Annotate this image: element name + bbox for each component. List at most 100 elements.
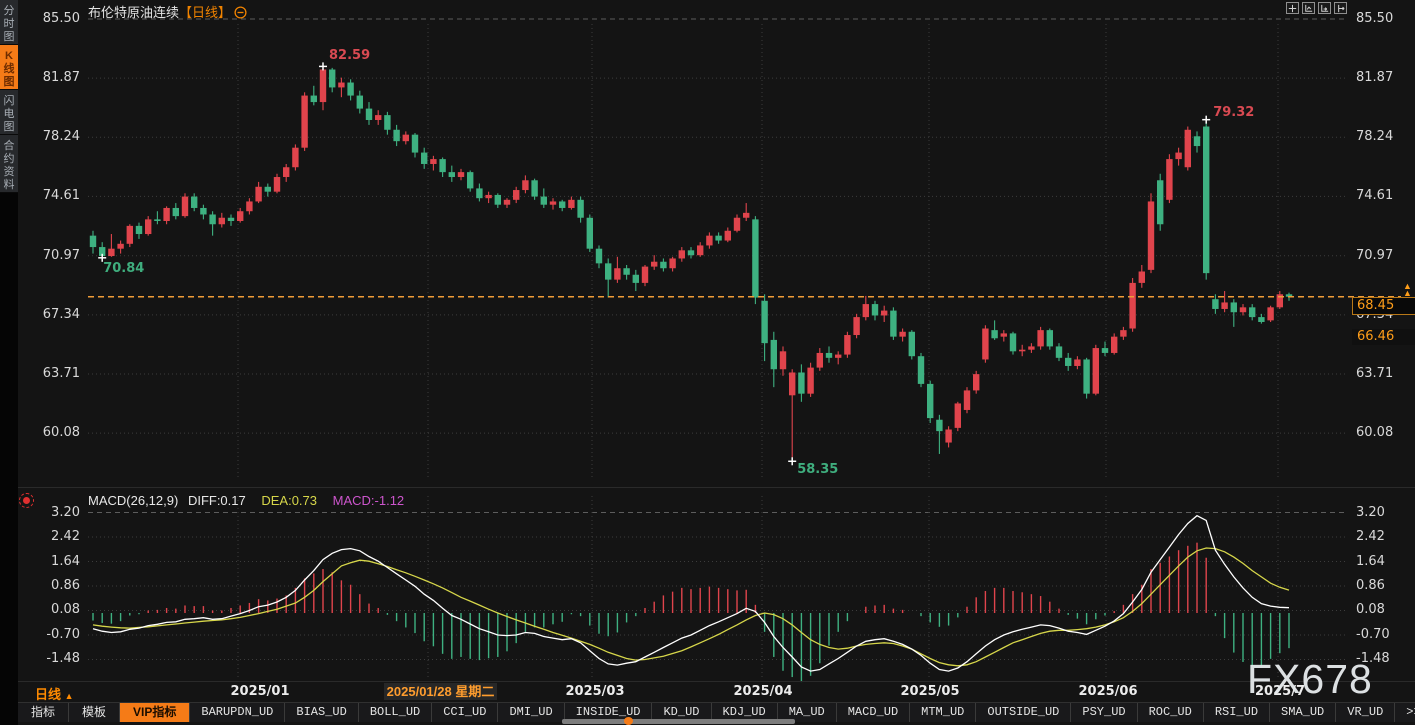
candle-body — [605, 263, 611, 279]
sidebar-tab-闪电图[interactable]: 闪 电 图 — [0, 90, 18, 135]
price-axis-label: 85.50 — [34, 11, 80, 26]
price-axis-label: 67.34 — [34, 307, 80, 322]
sidebar-tab-合约资料[interactable]: 合 约 资 料 — [0, 135, 18, 193]
candle-body — [669, 258, 675, 268]
candle-body — [660, 262, 666, 269]
candle-body — [642, 267, 648, 283]
macd-axis-label: -0.70 — [1356, 627, 1390, 642]
candle-body — [338, 83, 344, 88]
candle-body — [1047, 330, 1053, 346]
indicator-tab-VIP指标[interactable]: VIP指标 — [120, 703, 190, 722]
chevron-up-icon: ▲ — [65, 691, 74, 701]
candle-body — [1129, 283, 1135, 329]
candle-body — [872, 304, 878, 315]
candle-body — [274, 177, 280, 192]
axis-divider — [18, 681, 1415, 682]
macd-axis-label: 0.08 — [34, 602, 80, 617]
candle-body — [844, 335, 850, 355]
candle-body — [706, 236, 712, 246]
price-annotation: 58.35 — [797, 462, 838, 477]
candle-body — [292, 148, 298, 168]
candle-body — [1212, 299, 1218, 309]
candle-body — [541, 197, 547, 205]
macd-axis-label: 1.64 — [1356, 554, 1385, 569]
candle-body — [945, 430, 951, 443]
candle-body — [807, 368, 813, 394]
price-axis-label: 78.24 — [34, 129, 80, 144]
indicator-tab-MACD_UD[interactable]: MACD_UD — [837, 703, 910, 722]
candle-body — [136, 226, 142, 234]
candle-body — [633, 275, 639, 283]
indicator-tab-PSY_UD[interactable]: PSY_UD — [1071, 703, 1137, 722]
candle-body — [743, 213, 749, 218]
indicator-tab-OUTSIDE_UD[interactable]: OUTSIDE_UD — [976, 703, 1071, 722]
indicator-tab-VR_UD[interactable]: VR_UD — [1336, 703, 1395, 722]
candle-body — [955, 403, 961, 427]
circle-minus-icon[interactable] — [234, 6, 247, 22]
price-axis-label: 85.50 — [1356, 11, 1393, 26]
indicator-tab-SMA_UD[interactable]: SMA_UD — [1270, 703, 1336, 722]
indicator-tab-BIAS_UD[interactable]: BIAS_UD — [285, 703, 358, 722]
candle-body — [1083, 359, 1089, 393]
horizontal-scrollbar-thumb[interactable] — [562, 719, 795, 724]
indicator-tab-BARUPDN_UD[interactable]: BARUPDN_UD — [190, 703, 285, 722]
scrollbar-position-dot — [624, 717, 633, 725]
candle-body — [909, 332, 915, 356]
sidebar-tab-K线图[interactable]: K 线 图 — [0, 45, 18, 90]
crosshair-icon[interactable] — [1286, 2, 1299, 14]
candle-body — [182, 197, 188, 217]
axis-auto-icon[interactable] — [1302, 2, 1315, 14]
indicator-tab-RSI_UD[interactable]: RSI_UD — [1204, 703, 1270, 722]
indicator-tab-ROC_UD[interactable]: ROC_UD — [1138, 703, 1204, 722]
candle-body — [145, 219, 151, 234]
indicator-tab->>[interactable]: >> — [1395, 703, 1415, 722]
indicator-tab-模板[interactable]: 模板 — [69, 703, 120, 722]
candle-body — [789, 372, 795, 395]
candle-body — [209, 214, 215, 224]
settlement-price-label: 66.46 — [1352, 329, 1415, 345]
candle-body — [403, 135, 409, 142]
candle-body — [458, 172, 464, 177]
candle-body — [1028, 346, 1034, 349]
candle-body — [725, 231, 731, 241]
candle-body — [311, 96, 317, 103]
candle-body — [1074, 359, 1080, 366]
chart-canvas[interactable] — [0, 0, 1415, 725]
macd-dea-value: DEA:0.73 — [261, 493, 317, 508]
price-axis-label: 74.61 — [34, 188, 80, 203]
price-axis-label: 81.87 — [1356, 70, 1393, 85]
axis-right-icon[interactable] — [1334, 2, 1347, 14]
candle-body — [476, 188, 482, 198]
period-selector[interactable]: 日线 ▲ — [35, 684, 74, 703]
month-axis-label: 2025/05 — [900, 684, 959, 699]
price-axis-label: 63.71 — [34, 366, 80, 381]
month-axis-label: 2025/03 — [565, 684, 624, 699]
candle-body — [1102, 348, 1108, 353]
price-axis-label: 81.87 — [34, 70, 80, 85]
indicator-tab-MTM_UD[interactable]: MTM_UD — [910, 703, 976, 722]
macd-diff-value: DIFF:0.17 — [188, 493, 246, 508]
candle-body — [1185, 130, 1191, 167]
sidebar-tab-分时图[interactable]: 分 时 图 — [0, 0, 18, 45]
indicator-tab-DMI_UD[interactable]: DMI_UD — [498, 703, 564, 722]
candle-body — [881, 311, 887, 316]
candle-body — [1240, 307, 1246, 312]
macd-header: MACD(26,12,9) DIFF:0.17 DEA:0.73 MACD:-1… — [88, 493, 404, 508]
indicator-tab-指标[interactable]: 指标 — [18, 703, 69, 722]
indicator-tab-CCI_UD[interactable]: CCI_UD — [432, 703, 498, 722]
candle-body — [568, 200, 574, 208]
candle-body — [191, 197, 197, 208]
candle-body — [173, 208, 179, 216]
month-axis-label: 2025/01 — [230, 684, 289, 699]
macd-axis-label: -0.70 — [34, 627, 80, 642]
indicator-tab-BOLL_UD[interactable]: BOLL_UD — [359, 703, 432, 722]
month-axis-label: 2025/04 — [733, 684, 792, 699]
price-annotation: 79.32 — [1213, 105, 1254, 120]
candle-body — [504, 200, 510, 205]
live-indicator-icon — [19, 493, 34, 508]
candle-body — [982, 329, 988, 360]
candle-body — [761, 301, 767, 343]
candle-body — [163, 208, 169, 221]
axis-left-icon[interactable] — [1318, 2, 1331, 14]
candle-body — [991, 330, 997, 338]
